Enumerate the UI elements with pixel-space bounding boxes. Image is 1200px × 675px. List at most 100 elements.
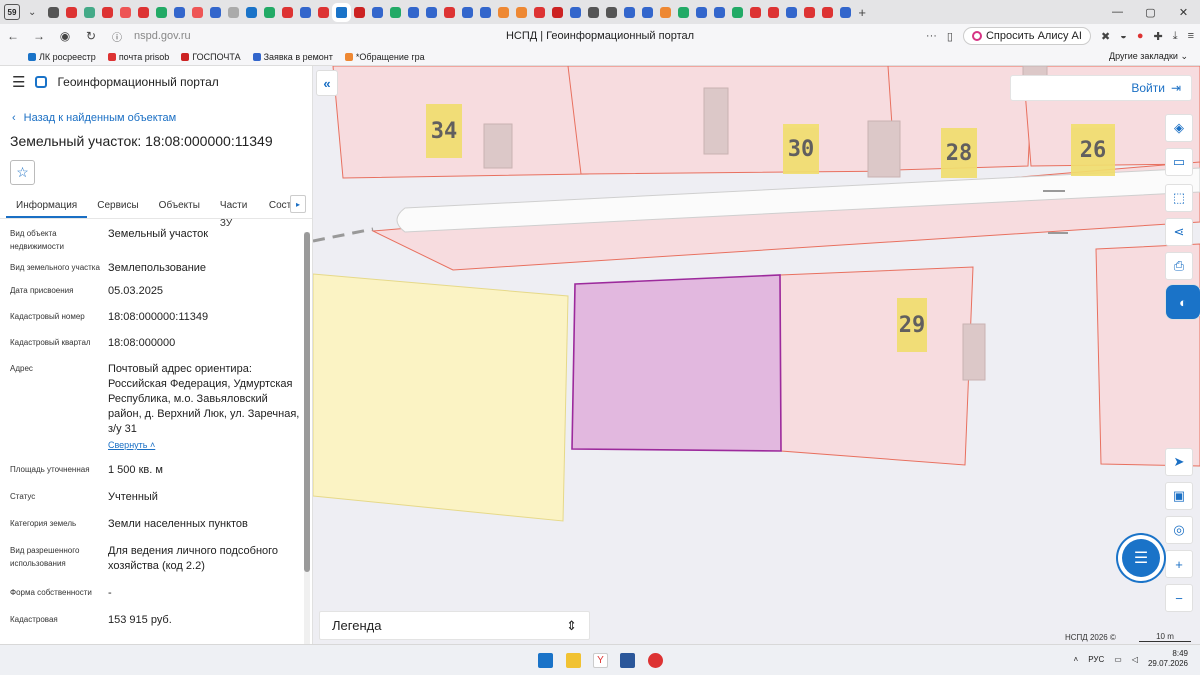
tab-favicon[interactable] [804, 6, 816, 18]
tab-favicon[interactable] [156, 6, 168, 18]
tab-favicon[interactable] [318, 6, 330, 18]
scrollbar-thumb[interactable] [304, 232, 310, 572]
tab-favicon[interactable] [408, 6, 420, 18]
more-icon[interactable]: ··· [926, 30, 937, 42]
zoom-out-icon[interactable]: − [1165, 584, 1193, 612]
collapse-panel-button[interactable]: « [316, 70, 338, 96]
tab-favicon[interactable] [822, 6, 834, 18]
ruler-icon[interactable]: ▭ [1165, 148, 1193, 176]
tab-favicon[interactable] [84, 6, 96, 18]
tab-favicon[interactable] [660, 6, 672, 18]
tabs-dropdown-icon[interactable]: ⌄ [28, 7, 36, 18]
login-button[interactable]: Войти ⇥ [1010, 75, 1192, 101]
site-info-icon[interactable]: ⓘ [104, 29, 130, 44]
tab-favicon[interactable] [696, 6, 708, 18]
minimap-icon[interactable]: ▣ [1165, 482, 1193, 510]
maximize-icon[interactable]: ▢ [1134, 6, 1167, 19]
hamburger-menu-icon[interactable]: ☰ [12, 73, 25, 91]
bookmark-item[interactable]: Заявка в ремонт [252, 52, 333, 62]
app-icon[interactable] [648, 653, 663, 668]
tab-favicon[interactable] [678, 6, 690, 18]
tab-favicon[interactable] [192, 6, 204, 18]
volume-icon[interactable]: ◁ [1132, 655, 1138, 664]
network-icon[interactable]: ▭ [1114, 655, 1122, 664]
alice-button[interactable]: Спросить Алису AI [962, 27, 1091, 45]
parcel-polygon[interactable] [779, 266, 974, 466]
tab-favicon[interactable] [66, 6, 78, 18]
search-location-icon[interactable]: ◎ [1165, 516, 1193, 544]
tab-favicon[interactable] [282, 6, 294, 18]
map-view[interactable]: 34 30 28 26 29 « Войти ⇥ ◈ ▭ ⬚ ⋖ ⎙ ◐ ➤ ▣… [313, 66, 1200, 644]
share-icon[interactable]: ⋖ [1165, 218, 1193, 246]
tray-chevron-icon[interactable]: ˄ [1074, 655, 1079, 664]
tab-favicon[interactable] [426, 6, 438, 18]
tab-favicon[interactable] [732, 6, 744, 18]
geolocation-icon[interactable]: ➤ [1165, 448, 1193, 476]
yandex-browser-icon[interactable]: Y [593, 653, 608, 668]
new-tab-icon[interactable]: + [858, 5, 866, 20]
tab-favicon[interactable] [624, 6, 636, 18]
extension-icon[interactable]: ● [1137, 30, 1144, 42]
tab-favicon[interactable] [390, 6, 402, 18]
tab-favicon[interactable] [210, 6, 222, 18]
panel-scrollbar[interactable] [304, 232, 310, 644]
tab-favicon[interactable] [120, 6, 132, 18]
tab-favicon[interactable] [444, 6, 456, 18]
tab-favicon[interactable] [642, 6, 654, 18]
tab-favicon[interactable] [552, 6, 564, 18]
tab-favicon[interactable] [588, 6, 600, 18]
bookmark-item[interactable]: *Обращение гра [344, 52, 425, 62]
menu-icon[interactable]: ≡ [1188, 30, 1194, 42]
windows-start-icon[interactable] [538, 653, 553, 668]
tabs-next-arrow-icon[interactable]: ▸ [290, 195, 306, 213]
bookmark-icon[interactable]: ▯ [947, 30, 953, 43]
tab-parcel-parts[interactable]: Части ЗУ [210, 197, 259, 229]
assistant-icon[interactable]: ◐ [1165, 284, 1200, 320]
forward-arrow-icon[interactable]: → [26, 29, 52, 43]
tab-favicon[interactable] [516, 6, 528, 18]
select-area-icon[interactable]: ⬚ [1165, 184, 1193, 212]
tab-favicon[interactable] [138, 6, 150, 18]
tab-favicon[interactable] [480, 6, 492, 18]
bookmark-item[interactable]: почта prisob [107, 52, 169, 62]
favorite-star-button[interactable]: ☆ [10, 160, 35, 185]
tab-information[interactable]: Информация [6, 197, 88, 218]
chat-icon[interactable]: ☰ [1122, 539, 1160, 577]
selected-parcel-polygon[interactable] [571, 274, 782, 452]
extensions-puzzle-icon[interactable]: ✚ [1153, 30, 1162, 43]
tab-favicon[interactable] [840, 6, 852, 18]
tab-favicon[interactable] [570, 6, 582, 18]
tab-favicon[interactable] [750, 6, 762, 18]
url-text[interactable]: nspd.gov.ru [134, 30, 191, 42]
tab-favicon[interactable] [102, 6, 114, 18]
file-explorer-icon[interactable] [566, 653, 581, 668]
collapse-link[interactable]: Свернуть ˄ [108, 438, 155, 453]
extension-icon[interactable]: ◒ [1120, 30, 1127, 42]
tab-favicon[interactable] [714, 6, 726, 18]
back-arrow-icon[interactable]: ← [0, 29, 26, 43]
tab-favicon[interactable] [786, 6, 798, 18]
layers-icon[interactable]: ◈ [1165, 114, 1193, 142]
tab-favicon[interactable] [300, 6, 312, 18]
tab-favicon[interactable] [174, 6, 186, 18]
protect-icon[interactable]: ◉ [52, 29, 78, 43]
downloads-icon[interactable]: ⤓ [1173, 30, 1178, 43]
other-bookmarks[interactable]: Другие закладки ⌄ [1109, 51, 1188, 62]
tab-favicon[interactable] [264, 6, 276, 18]
tab-favicon-active[interactable] [336, 6, 348, 18]
tab-favicon[interactable] [372, 6, 384, 18]
close-icon[interactable]: ✕ [1167, 6, 1200, 19]
tab-favicon[interactable] [768, 6, 780, 18]
tab-objects[interactable]: Объекты [149, 197, 210, 218]
tab-count-badge[interactable]: 59 [4, 4, 20, 20]
tab-favicon[interactable] [462, 6, 474, 18]
bookmark-item[interactable]: ЛК росреестр [28, 52, 96, 62]
zoom-in-icon[interactable]: + [1165, 550, 1193, 578]
tab-favicon[interactable] [498, 6, 510, 18]
tab-favicon[interactable] [246, 6, 258, 18]
extension-icon[interactable]: ✖ [1101, 30, 1110, 43]
word-icon[interactable] [620, 653, 635, 668]
tab-favicon[interactable] [606, 6, 618, 18]
back-link[interactable]: ‹ Назад к найденным объектам [12, 112, 312, 124]
reload-icon[interactable]: ↻ [78, 29, 104, 43]
